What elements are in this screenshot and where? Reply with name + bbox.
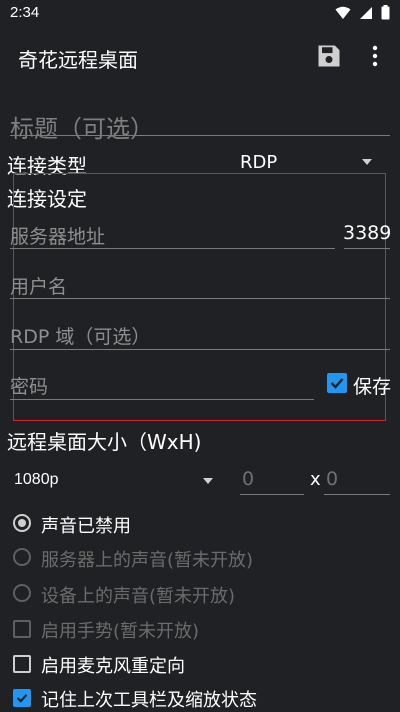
checkbox-remember-toolbar[interactable] bbox=[13, 689, 31, 707]
wifi-icon bbox=[335, 6, 351, 19]
resolution-select[interactable]: 1080p bbox=[14, 471, 59, 489]
more-vertical-icon[interactable] bbox=[366, 44, 384, 70]
server-address-underline bbox=[10, 248, 335, 249]
checkbox-microphone-redirect-label: 启用麦克风重定向 bbox=[41, 656, 185, 677]
checkbox-remember-toolbar-label: 记住上次工具栏及缩放状态 bbox=[41, 690, 257, 711]
width-input[interactable]: 0 bbox=[242, 468, 254, 490]
height-input[interactable]: 0 bbox=[326, 468, 338, 490]
port-underline bbox=[344, 248, 390, 249]
domain-input[interactable]: RDP 域（可选） bbox=[10, 322, 150, 349]
port-input[interactable]: 3389 bbox=[343, 222, 390, 244]
app-title: 奇花远程桌面 bbox=[18, 48, 138, 72]
save-password-label: 保存 bbox=[353, 376, 392, 398]
domain-underline bbox=[10, 349, 390, 350]
password-underline bbox=[10, 399, 314, 400]
save-icon[interactable] bbox=[315, 42, 343, 70]
title-input[interactable]: 标题（可选） bbox=[10, 109, 154, 144]
desktop-size-label: 远程桌面大小（WxH) bbox=[7, 430, 202, 454]
radio-audio-server-label: 服务器上的声音(暂未开放) bbox=[41, 550, 254, 571]
save-password-checkbox[interactable] bbox=[327, 373, 347, 393]
checkmark-icon bbox=[16, 694, 28, 703]
checkbox-microphone-redirect[interactable] bbox=[13, 655, 31, 673]
dropdown-arrow-icon[interactable] bbox=[203, 478, 213, 484]
size-separator: x bbox=[310, 469, 321, 490]
password-input[interactable]: 密码 bbox=[10, 372, 48, 399]
connection-type-select[interactable]: RDP bbox=[240, 152, 277, 173]
height-underline bbox=[324, 494, 390, 495]
dropdown-arrow-icon[interactable] bbox=[362, 159, 372, 165]
width-underline bbox=[240, 494, 304, 495]
radio-audio-device[interactable] bbox=[13, 584, 31, 602]
server-address-input[interactable]: 服务器地址 bbox=[10, 222, 105, 249]
title-input-underline bbox=[10, 135, 390, 136]
checkbox-gestures-label: 启用手势(暂未开放) bbox=[41, 621, 200, 642]
radio-audio-disabled-label: 声音已禁用 bbox=[41, 516, 131, 537]
status-time: 2:34 bbox=[10, 4, 40, 21]
radio-audio-server[interactable] bbox=[13, 548, 31, 566]
status-icons bbox=[335, 5, 390, 20]
username-input[interactable]: 用户名 bbox=[10, 272, 67, 299]
username-underline bbox=[10, 298, 390, 299]
battery-icon bbox=[381, 5, 390, 20]
radio-audio-disabled[interactable] bbox=[13, 514, 31, 532]
signal-icon bbox=[360, 6, 372, 19]
checkmark-icon bbox=[330, 378, 344, 389]
radio-audio-device-label: 设备上的声音(暂未开放) bbox=[41, 586, 236, 607]
checkbox-gestures[interactable] bbox=[13, 620, 31, 638]
